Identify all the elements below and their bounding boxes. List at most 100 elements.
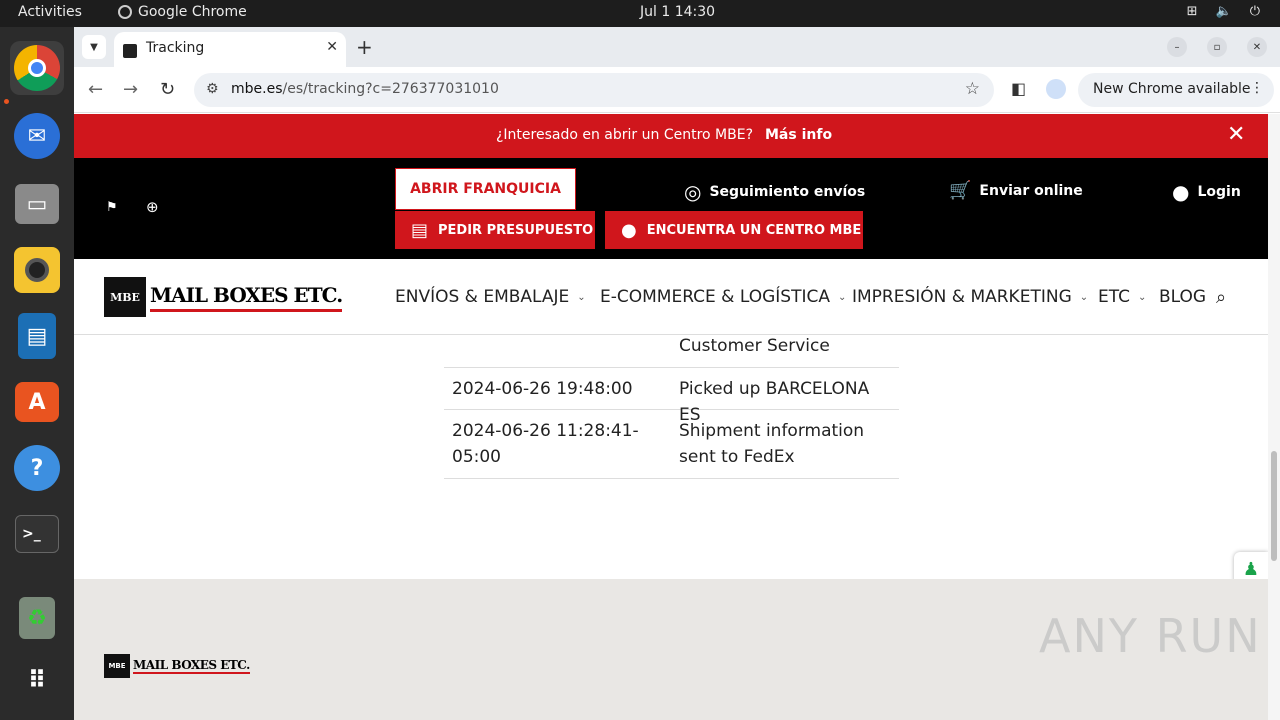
chevron-down-icon: ⌄ [577, 291, 586, 303]
files-icon: ▭ [15, 184, 59, 224]
event-date: 2024-06-26 19:48:00 [452, 379, 633, 399]
enviar-online-label: Enviar online [979, 182, 1083, 199]
new-tab-button[interactable]: + [356, 35, 373, 59]
terminal-icon: >_ [15, 515, 59, 553]
tab-search-button[interactable]: ▼ [82, 35, 106, 59]
anyrun-watermark: ANY RUN [1039, 609, 1262, 663]
site-info-icon[interactable]: ⚙ [206, 81, 219, 97]
target-icon: ◎ [684, 180, 702, 204]
back-button[interactable]: ← [88, 79, 103, 100]
address-bar[interactable]: ⚙ mbe.es/es/tracking?c=276377031010 ☆ [194, 73, 994, 107]
footer-logo-badge: MBE [104, 654, 130, 678]
dock-trash[interactable]: ♻ [10, 591, 64, 645]
dock-terminal[interactable]: >_ [10, 507, 64, 561]
bookmark-star-icon[interactable]: ☆ [965, 79, 980, 99]
reload-button[interactable]: ↻ [160, 79, 175, 100]
trash-icon: ♻ [19, 597, 55, 639]
seguimiento-envios-link[interactable]: ◎ Seguimiento envíos [684, 180, 865, 204]
encuentra-centro-label: ENCUENTRA UN CENTRO MBE [646, 222, 862, 238]
login-link[interactable]: ● Login [1172, 180, 1241, 204]
nav-envios-embalaje[interactable]: ENVÍOS & EMBALAJE ⌄ [395, 287, 586, 307]
event-description: Customer Service [679, 336, 830, 356]
dock-app-grid[interactable]: ⠿ [10, 653, 64, 707]
forward-button[interactable]: → [123, 79, 138, 100]
dock-files[interactable]: ▭ [10, 177, 64, 231]
new-chrome-available-button[interactable]: New Chrome available ⋮ [1078, 73, 1274, 107]
page-scrollbar[interactable] [1268, 114, 1280, 720]
software-icon: A [15, 382, 59, 422]
dock-help[interactable]: ? [10, 441, 64, 495]
app-grid-icon: ⠿ [27, 666, 47, 694]
pedir-presupuesto-button[interactable]: ▤ PEDIR PRESUPUESTO [395, 211, 595, 249]
mbe-favicon-icon [123, 44, 137, 58]
close-window-button[interactable]: ✕ [1247, 37, 1267, 57]
promo-more-link[interactable]: Más info [765, 127, 832, 143]
nav-blog[interactable]: BLOG [1159, 287, 1206, 307]
location-pin-icon: ● [621, 219, 637, 241]
activities-button[interactable]: Activities [18, 4, 82, 20]
chevron-down-icon: ⌄ [1138, 291, 1147, 303]
maximize-button[interactable]: ▫ [1207, 37, 1227, 57]
nav-label: E-COMMERCE & LOGÍSTICA [600, 287, 830, 307]
minimize-button[interactable]: – [1167, 37, 1187, 57]
dock-writer[interactable]: ▤ [10, 309, 64, 363]
help-icon: ? [14, 445, 60, 491]
url-text[interactable]: mbe.es/es/tracking?c=276377031010 [231, 81, 499, 97]
chrome-icon [14, 45, 60, 91]
table-row: 2024-06-26 11:28:41-05:00 Shipment infor… [444, 410, 899, 479]
login-label: Login [1197, 184, 1241, 200]
chrome-icon [118, 5, 132, 19]
flag-icon[interactable]: ⚑ [106, 200, 118, 215]
globe-icon[interactable]: ⊕ [146, 198, 159, 216]
dock-rhythmbox[interactable] [10, 243, 64, 297]
nav-label: ENVÍOS & EMBALAJE [395, 287, 570, 307]
enviar-online-link[interactable]: 🛒 Enviar online [949, 180, 1083, 201]
chevron-down-icon: ⌄ [1079, 291, 1089, 303]
nav-label: ETC [1098, 287, 1130, 307]
browser-toolbar: ← → ↻ ⚙ mbe.es/es/tracking?c=27637703101… [74, 67, 1280, 113]
app-name: Google Chrome [138, 4, 247, 20]
mbe-logo[interactable]: MBE MAIL BOXES ETC. [104, 277, 343, 317]
dock-chrome[interactable] [10, 41, 64, 95]
more-menu-icon[interactable]: ⋮ [1250, 80, 1264, 96]
nav-impresion-marketing[interactable]: IMPRESIÓN & MARKETING ⌄ [852, 287, 1088, 307]
user-icon: ● [1172, 180, 1190, 204]
tracking-table: Customer Service 2024-06-26 19:48:00 Pic… [444, 335, 899, 479]
pedir-presupuesto-label: PEDIR PRESUPUESTO [438, 222, 594, 238]
tab-strip: ▼ Tracking ✕ + – ▫ ✕ [74, 27, 1280, 67]
volume-icon: 🔈 [1215, 4, 1232, 19]
side-panel-icon[interactable]: ◧ [1011, 79, 1026, 98]
system-tray[interactable]: ⊞ 🔈 ⏻ [1187, 4, 1260, 19]
encuentra-centro-button[interactable]: ● ENCUENTRA UN CENTRO MBE [605, 211, 863, 249]
nav-etc[interactable]: ETC ⌄ [1098, 287, 1146, 307]
writer-icon: ▤ [18, 313, 56, 359]
footer-logo[interactable]: MBE MAIL BOXES ETC. [104, 654, 250, 678]
network-icon: ⊞ [1186, 4, 1198, 19]
logo-text: MAIL BOXES ETC. [150, 283, 343, 312]
dock-software[interactable]: A [10, 375, 64, 429]
nav-ecommerce-logistica[interactable]: E-COMMERCE & LOGÍSTICA ⌄ [600, 287, 846, 307]
browser-window: ▼ Tracking ✕ + – ▫ ✕ ← → ↻ ⚙ mbe.es/es/t… [74, 27, 1280, 720]
thunderbird-icon: ✉ [14, 113, 60, 159]
app-menu[interactable]: Google Chrome [118, 4, 247, 20]
url-domain: mbe.es [231, 81, 283, 97]
seguimiento-label: Seguimiento envíos [709, 184, 866, 200]
system-top-bar: Activities Google Chrome Jul 1 14:30 ⊞ 🔈… [0, 0, 1280, 27]
url-path: /es/tracking?c=276377031010 [282, 81, 499, 97]
dock-thunderbird[interactable]: ✉ [10, 109, 64, 163]
search-icon[interactable]: ⌕ [1216, 287, 1226, 308]
event-description: Shipment information sent to FedEx [679, 421, 865, 467]
nav-label: BLOG [1159, 287, 1207, 307]
nav-label: IMPRESIÓN & MARKETING [852, 287, 1072, 307]
new-chrome-label: New Chrome available [1093, 81, 1251, 97]
rhythmbox-icon [14, 247, 60, 293]
promo-close-icon[interactable]: ✕ [1227, 122, 1245, 147]
tab-title: Tracking [146, 40, 205, 56]
scrollbar-thumb[interactable] [1271, 451, 1277, 561]
abrir-franquicia-button[interactable]: ABRIR FRANQUICIA [395, 168, 576, 210]
tab-tracking[interactable]: Tracking ✕ [114, 32, 346, 67]
clock[interactable]: Jul 1 14:30 [640, 4, 715, 20]
dock: ✉ ▭ ▤ A ? >_ ♻ ⠿ [0, 27, 74, 720]
profile-avatar[interactable] [1046, 79, 1066, 99]
tab-close-icon[interactable]: ✕ [326, 39, 338, 55]
